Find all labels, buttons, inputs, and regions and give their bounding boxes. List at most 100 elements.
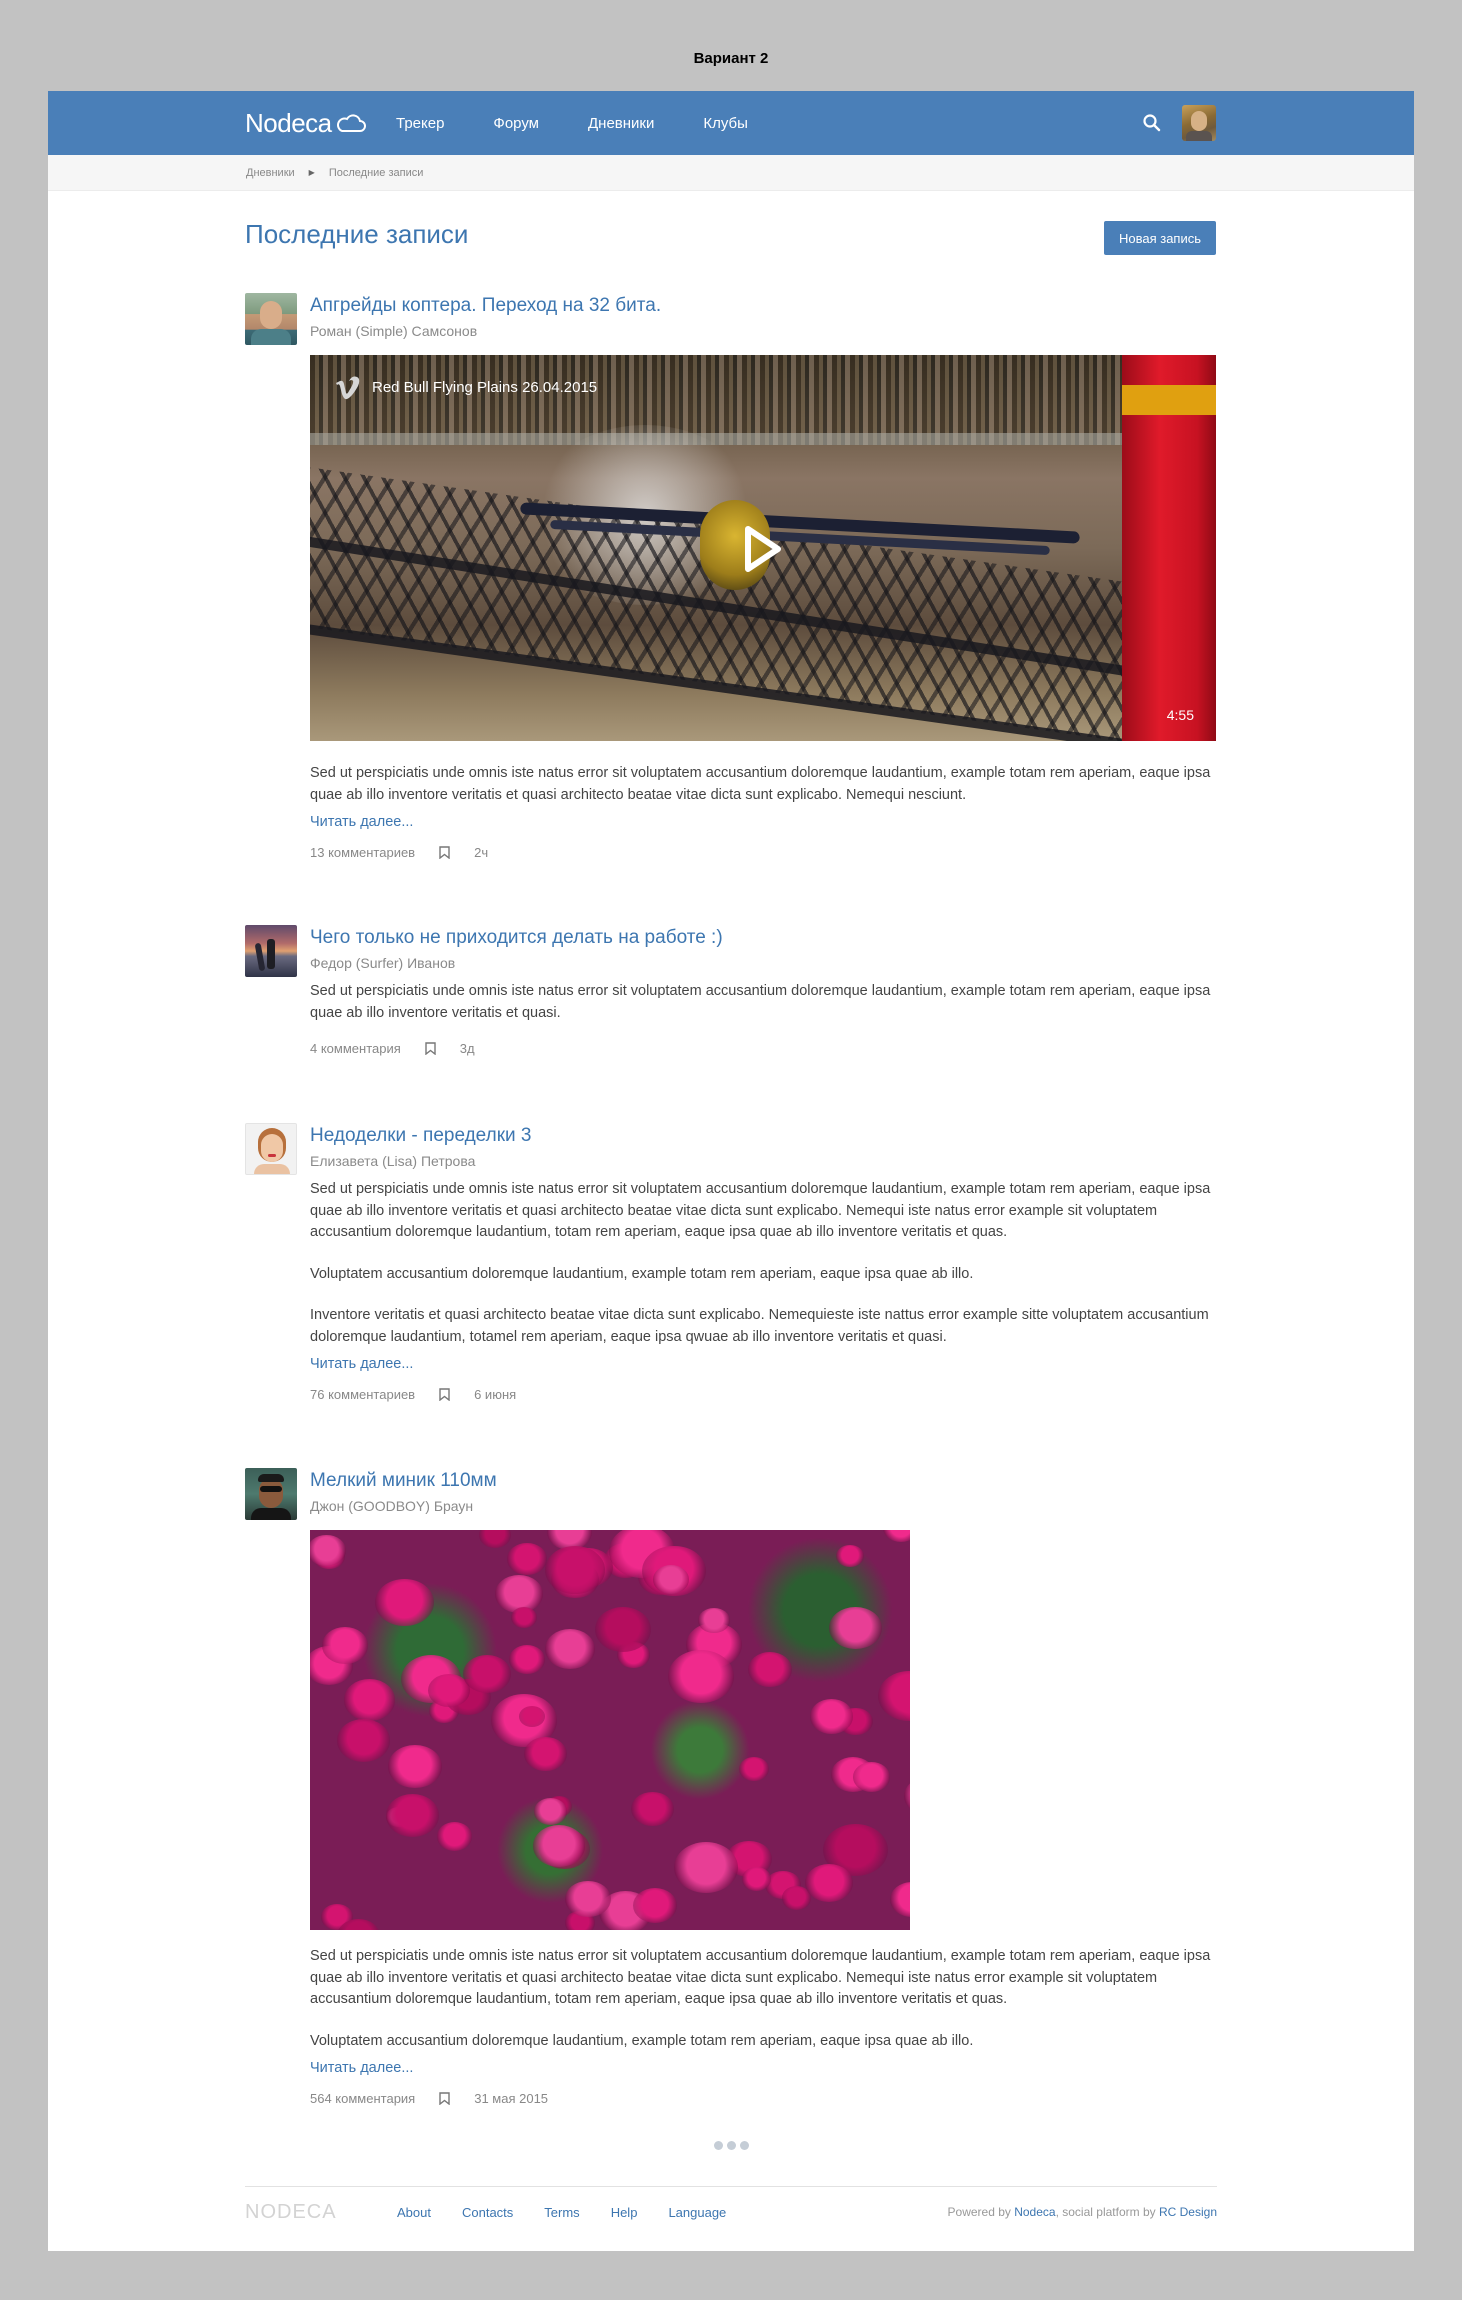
flower-bloom-shape — [877, 1670, 910, 1721]
dot-shape — [713, 2141, 723, 2150]
post-meta: 13 комментариев 2ч — [310, 842, 1217, 862]
flower-bloom-shape — [322, 1627, 368, 1664]
video-player[interactable]: Red Bull Flying Plains 26.04.2015 4:55 — [310, 355, 1216, 741]
author-avatar[interactable] — [245, 925, 297, 977]
post-text: Sed ut perspiciatis unde omnis iste natu… — [310, 981, 1217, 1024]
site-logo[interactable]: Nodeca — [245, 108, 366, 139]
avatar-face-shape — [259, 1478, 283, 1508]
flower-bloom-shape — [852, 1761, 891, 1792]
post-author[interactable]: Джон (GOODBOY) Браун — [310, 1496, 1217, 1516]
post-body: Недоделки - переделки 3 Елизавета (Lisa)… — [310, 1123, 1217, 1404]
post-author[interactable]: Федор (Surfer) Иванов — [310, 953, 1217, 973]
video-title[interactable]: Red Bull Flying Plains 26.04.2015 — [372, 379, 597, 396]
post-title[interactable]: Недоделки - переделки 3 — [310, 1123, 1217, 1149]
flower-bloom-shape — [829, 1606, 883, 1649]
post-time: 31 мая 2015 — [474, 2090, 549, 2106]
bookmark-icon[interactable] — [439, 1387, 450, 1401]
flower-bloom-shape — [633, 1888, 678, 1924]
logo-text: Nodeca — [245, 108, 332, 138]
post-paragraph: Voluptatem accusantium doloremque laudan… — [310, 1265, 974, 1282]
comments-count[interactable]: 564 комментария — [310, 2091, 415, 2106]
flower-bloom-shape — [738, 1757, 769, 1781]
post-time: 6 июня — [474, 1386, 517, 1402]
flower-bloom-shape — [889, 1882, 910, 1918]
nav-blogs[interactable]: Дневники — [588, 115, 654, 132]
comments-count[interactable]: 4 комментария — [310, 1041, 401, 1056]
video-duration: 4:55 — [1166, 707, 1194, 723]
post-text: Sed ut perspiciatis unde omnis iste natu… — [310, 1946, 1217, 2052]
flower-bloom-shape — [508, 1644, 545, 1674]
page-title: Последние записи — [245, 219, 469, 249]
avatar-face-shape — [260, 301, 282, 329]
bookmark-icon[interactable] — [425, 1041, 436, 1055]
bookmark-icon[interactable] — [439, 845, 450, 859]
new-post-button[interactable]: Новая запись — [1104, 221, 1216, 255]
post-item: Мелкий миник 110мм Джон (GOODBOY) Браун … — [245, 1468, 1217, 2108]
read-more-link[interactable]: Читать далее... — [310, 2060, 1217, 2076]
author-avatar[interactable] — [245, 293, 297, 345]
footer-link-terms[interactable]: Terms — [544, 2205, 579, 2220]
comments-count[interactable]: 13 комментариев — [310, 845, 415, 860]
load-more-indicator[interactable] — [48, 2141, 1414, 2150]
avatar-board-shape — [254, 942, 266, 972]
footer-powered-by: Powered by Nodeca, social platform by RC… — [948, 2205, 1217, 2219]
footer-link-language[interactable]: Language — [668, 2205, 726, 2220]
post-time: 2ч — [474, 844, 489, 860]
post-text: Sed ut perspiciatis unde omnis iste natu… — [310, 1179, 1217, 1348]
footer-logo[interactable]: NODECA — [245, 2201, 337, 2224]
avatar-shirt-shape — [251, 329, 291, 345]
avatar-shoulders-shape — [254, 1164, 290, 1174]
nav-tracker[interactable]: Трекер — [396, 115, 444, 132]
author-avatar[interactable] — [245, 1468, 297, 1520]
variant-label: Вариант 2 — [693, 50, 769, 67]
flower-bloom-shape — [507, 1543, 547, 1576]
bookmark-icon[interactable] — [439, 2091, 450, 2105]
post-paragraph: Sed ut perspiciatis unde omnis iste natu… — [310, 1948, 1211, 2007]
breadcrumb: Дневники ▶ Последние записи — [48, 155, 1414, 191]
user-avatar[interactable] — [1182, 105, 1216, 141]
avatar-cap-shape — [258, 1474, 284, 1482]
flower-bloom-shape — [523, 1736, 568, 1772]
flower-bloom-shape — [882, 1530, 910, 1542]
flower-bloom-shape — [631, 1792, 674, 1827]
post-image[interactable] — [310, 1530, 910, 1930]
footer-links: About Contacts Terms Help Language — [397, 2205, 757, 2220]
post-paragraph: Voluptatem accusantium doloremque laudan… — [310, 2032, 974, 2049]
page-frame: Nodeca Трекер Форум Дневники Клубы Дневн… — [48, 91, 1414, 2251]
powered-company-link[interactable]: RC Design — [1159, 2205, 1217, 2219]
flower-bloom-shape — [374, 1579, 434, 1627]
powered-middle: , social platform by — [1055, 2205, 1159, 2219]
footer-link-help[interactable]: Help — [611, 2205, 638, 2220]
author-avatar[interactable] — [245, 1123, 297, 1175]
post-title[interactable]: Чего только не приходится делать на рабо… — [310, 925, 1217, 951]
post-author[interactable]: Роман (Simple) Самсонов — [310, 321, 1217, 341]
video-crowd-shape — [310, 355, 1216, 445]
avatar-face-shape — [261, 1134, 283, 1162]
post-title[interactable]: Апгрейды коптера. Переход на 32 бита. — [310, 293, 1217, 319]
read-more-link[interactable]: Читать далее... — [310, 1356, 1217, 1372]
post-body: Апгрейды коптера. Переход на 32 бита. Ро… — [310, 293, 1217, 862]
nav-forum[interactable]: Форум — [493, 115, 539, 132]
breadcrumb-blogs[interactable]: Дневники — [246, 167, 295, 179]
play-icon[interactable] — [730, 519, 790, 579]
top-navbar: Nodeca Трекер Форум Дневники Клубы — [48, 91, 1414, 155]
post-body: Чего только не приходится делать на рабо… — [310, 925, 1217, 1058]
flower-bloom-shape — [436, 1822, 473, 1851]
post-meta: 4 комментария 3д — [310, 1038, 1217, 1058]
post-body: Мелкий миник 110мм Джон (GOODBOY) Браун … — [310, 1468, 1217, 2108]
footer-link-contacts[interactable]: Contacts — [462, 2205, 513, 2220]
post-title[interactable]: Мелкий миник 110мм — [310, 1468, 1217, 1494]
flower-bloom-shape — [741, 1867, 772, 1892]
post-author[interactable]: Елизавета (Lisa) Петрова — [310, 1151, 1217, 1171]
post-paragraph: Sed ut perspiciatis unde omnis iste natu… — [310, 1181, 1211, 1240]
footer-link-about[interactable]: About — [397, 2205, 431, 2220]
read-more-link[interactable]: Читать далее... — [310, 814, 1217, 830]
comments-count[interactable]: 76 комментариев — [310, 1387, 415, 1402]
nav-clubs[interactable]: Клубы — [703, 115, 748, 132]
video-railing-shape — [310, 433, 1216, 445]
search-icon[interactable] — [1142, 113, 1162, 133]
powered-brand-link[interactable]: Nodeca — [1014, 2205, 1055, 2219]
video-pylon-stripe — [1122, 385, 1216, 415]
vimeo-icon[interactable] — [334, 375, 362, 401]
flower-bloom-shape — [544, 1629, 595, 1670]
